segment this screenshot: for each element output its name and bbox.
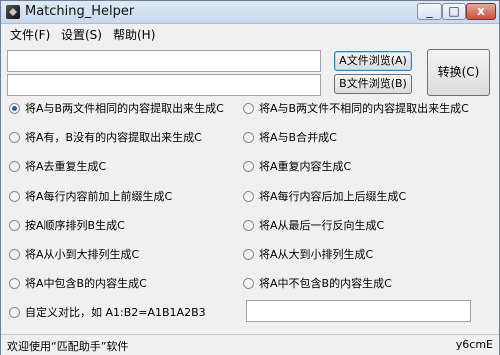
option-duplicates[interactable]: 将A重复内容生成C — [243, 158, 351, 174]
option-add-prefix[interactable]: 将A每行内容前加上前缀生成C — [9, 188, 172, 204]
menu-bar: 文件(F) 设置(S) 帮助(H) — [1, 24, 499, 42]
radio-button[interactable] — [9, 160, 20, 172]
option-label: 将A与B两文件相同的内容提取出来生成C — [25, 102, 224, 115]
close-button[interactable]: x — [466, 3, 496, 20]
minimize-button[interactable]: _ — [417, 3, 442, 20]
radio-button[interactable] — [9, 248, 20, 260]
menu-file[interactable]: 文件(F) — [10, 26, 50, 43]
option-label: 将A从大到小排列生成C — [259, 248, 374, 261]
window-title: Matching_Helper — [25, 4, 135, 19]
option-label: 将A中包含B的内容生成C — [25, 277, 147, 290]
status-bar: 欢迎使用“匹配助手”软件 y6cmE — [1, 334, 499, 355]
radio-button[interactable] — [9, 306, 20, 318]
app-window: Matching_Helper _ □ x 文件(F) 设置(S) 帮助(H) … — [0, 0, 500, 355]
option-label: 将A去重复生成C — [25, 160, 107, 173]
option-custom-compare[interactable]: 自定义对比，如 A1:B2=A1B1A2B3 — [9, 304, 206, 320]
radio-button[interactable] — [9, 277, 20, 289]
radio-button[interactable] — [9, 102, 20, 114]
option-different-content[interactable]: 将A与B两文件不相同的内容提取出来生成C — [243, 100, 469, 116]
radio-button[interactable] — [243, 248, 254, 260]
radio-button[interactable] — [243, 102, 254, 114]
option-label: 将A与B合并成C — [259, 131, 337, 144]
radio-button[interactable] — [243, 219, 254, 231]
option-reverse-lines[interactable]: 将A从最后一行反向生成C — [243, 217, 384, 233]
option-label: 将A中不包含B的内容生成C — [259, 277, 392, 290]
status-message: 欢迎使用“匹配助手”软件 — [7, 340, 129, 353]
option-dedupe[interactable]: 将A去重复生成C — [9, 158, 106, 174]
file-b-path-input[interactable] — [7, 74, 321, 96]
browse-a-button[interactable]: A文件浏览(A) — [334, 51, 412, 71]
option-contains-b[interactable]: 将A中包含B的内容生成C — [9, 275, 147, 291]
maximize-button[interactable]: □ — [442, 3, 466, 20]
option-label: 将A从小到大排列生成C — [25, 248, 140, 261]
custom-rule-input[interactable] — [246, 300, 471, 322]
option-sort-descending[interactable]: 将A从大到小排列生成C — [243, 246, 373, 262]
menu-help[interactable]: 帮助(H) — [113, 26, 155, 43]
option-sort-ascending[interactable]: 将A从小到大排列生成C — [9, 246, 139, 262]
option-label: 将A有，B没有的内容提取出来生成C — [25, 131, 202, 144]
status-code: y6cmE — [455, 338, 493, 351]
option-add-suffix[interactable]: 将A每行内容后加上后缀生成C — [243, 188, 406, 204]
option-sort-by-a[interactable]: 按A顺序排列B生成C — [9, 217, 125, 233]
radio-button[interactable] — [243, 277, 254, 289]
app-icon — [6, 5, 20, 19]
option-not-contains-b[interactable]: 将A中不包含B的内容生成C — [243, 275, 392, 291]
option-label: 将A每行内容前加上前缀生成C — [25, 190, 173, 203]
option-label: 按A顺序排列B生成C — [25, 219, 125, 232]
option-label: 将A从最后一行反向生成C — [259, 219, 385, 232]
radio-button[interactable] — [243, 190, 254, 202]
radio-button[interactable] — [9, 131, 20, 143]
file-a-path-input[interactable] — [7, 50, 321, 72]
radio-button[interactable] — [9, 219, 20, 231]
option-merge[interactable]: 将A与B合并成C — [243, 129, 337, 145]
title-bar[interactable]: Matching_Helper _ □ x — [1, 1, 499, 24]
convert-button[interactable]: 转换(C) — [427, 49, 490, 96]
radio-button[interactable] — [243, 160, 254, 172]
option-label: 自定义对比，如 A1:B2=A1B1A2B3 — [25, 306, 206, 319]
radio-button[interactable] — [9, 190, 20, 202]
option-same-content[interactable]: 将A与B两文件相同的内容提取出来生成C — [9, 100, 224, 116]
option-label: 将A每行内容后加上后缀生成C — [259, 190, 407, 203]
radio-button[interactable] — [243, 131, 254, 143]
option-a-only-content[interactable]: 将A有，B没有的内容提取出来生成C — [9, 129, 202, 145]
option-label: 将A重复内容生成C — [259, 160, 352, 173]
menu-settings[interactable]: 设置(S) — [61, 26, 102, 43]
browse-b-button[interactable]: B文件浏览(B) — [334, 74, 412, 94]
option-label: 将A与B两文件不相同的内容提取出来生成C — [259, 102, 469, 115]
